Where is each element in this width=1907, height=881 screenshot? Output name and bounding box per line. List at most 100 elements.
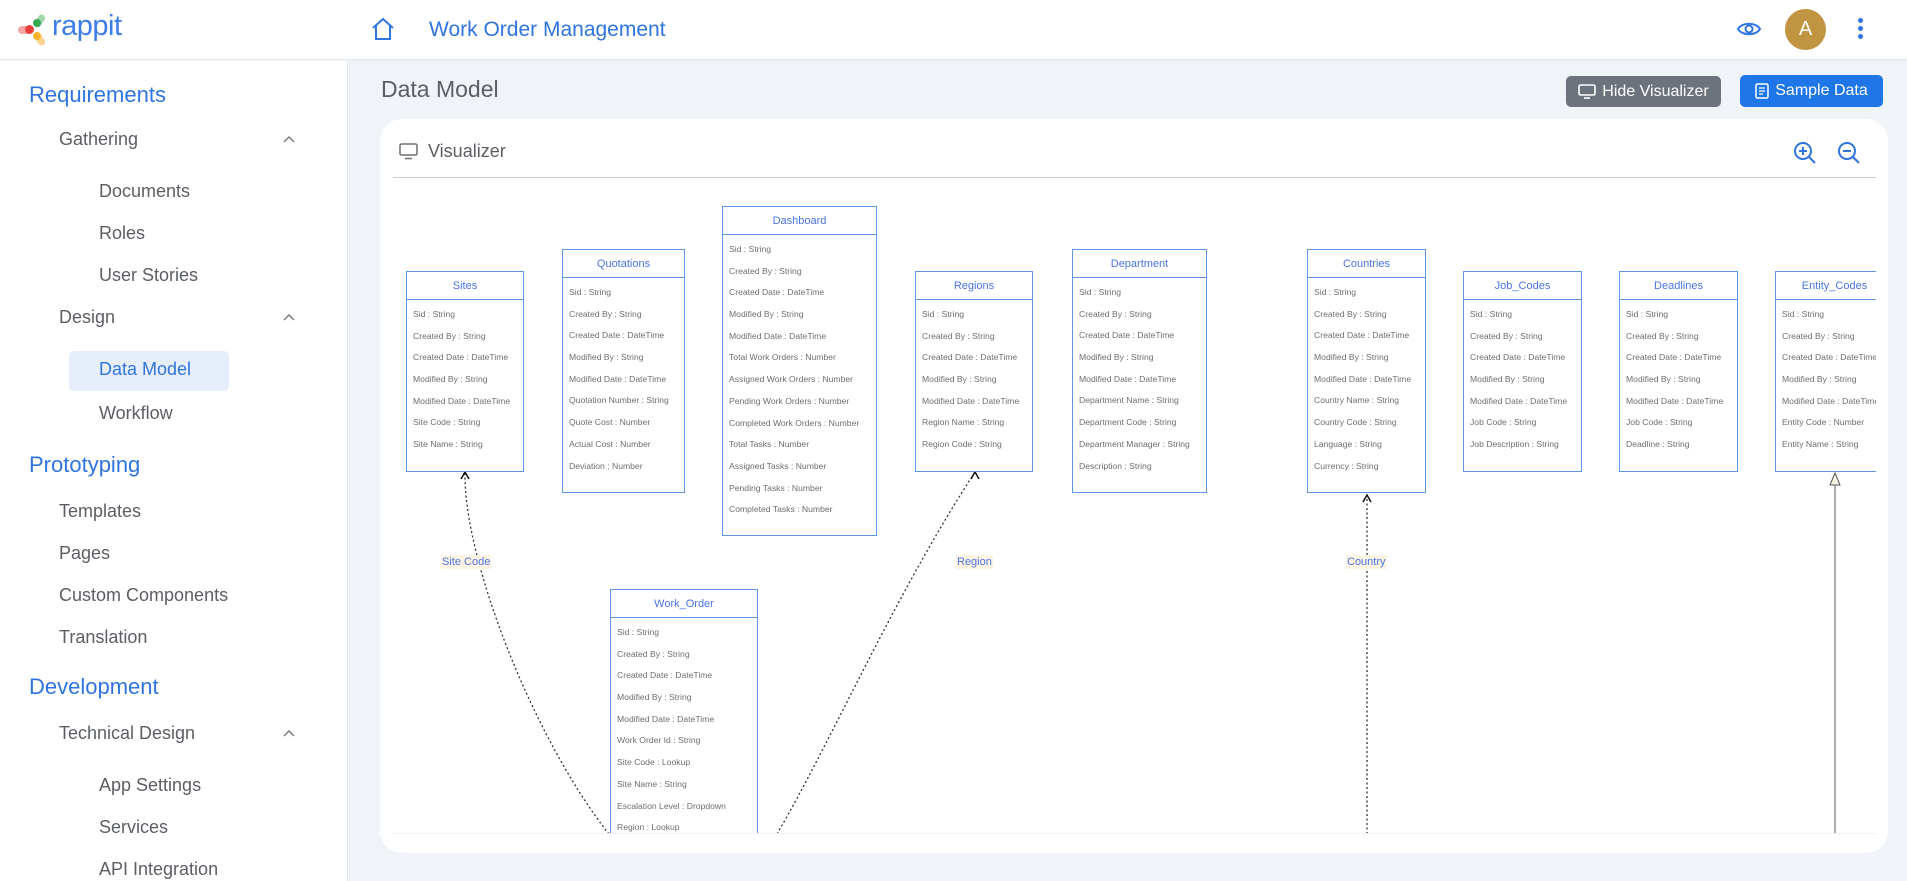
entity-field: Language : String [1314, 438, 1382, 449]
hide-visualizer-button[interactable]: Hide Visualizer [1566, 76, 1721, 107]
sidebar-section-requirements[interactable]: Requirements [29, 82, 166, 108]
sidebar-item-workflow[interactable]: Workflow [99, 403, 173, 424]
app-title: Work Order Management [429, 18, 666, 41]
eye-icon[interactable] [1736, 18, 1762, 40]
sidebar-item-app-settings[interactable]: App Settings [99, 775, 201, 796]
entity-field: Total Tasks : Number [729, 439, 810, 450]
entity-field: Department Name : String [1079, 395, 1179, 406]
entity-field: Created By : String [1626, 330, 1699, 341]
entity-field: Sid : String [1314, 287, 1357, 297]
entity-box-countries[interactable]: Countries Sid : String Created By : Strin… [1307, 249, 1426, 493]
entity-field: Modified By : String [729, 309, 804, 320]
entity-box-entity-codes[interactable]: Entity_Codes Sid : String Created By : St… [1775, 271, 1876, 472]
entity-field: Country Code : String [1314, 417, 1397, 428]
entity-box-job-codes[interactable]: Job_Codes Sid : String Created By : Strin… [1463, 271, 1582, 472]
entity-field: Site Name : String [413, 439, 483, 450]
entity-field: Quote Cost : Number [569, 417, 651, 428]
entity-box-sites[interactable]: Sites Sid : String Created By : String Cre… [406, 271, 524, 472]
sidebar-item-roles[interactable]: Roles [99, 223, 145, 244]
entity-field: Department Manager : String [1079, 438, 1190, 449]
link-site-code [464, 471, 610, 833]
entity-box-quotations[interactable]: Quotations Sid : String Created By : Stri… [562, 249, 685, 493]
entity-title: Job_Codes [1464, 272, 1581, 300]
sidebar-group-technical-design[interactable]: Technical Design [59, 723, 195, 744]
entity-field: Site Code : Lookup [617, 757, 691, 768]
entity-title: Quotations [563, 250, 684, 278]
diagram-canvas[interactable]: Site Code Region Country Sites Sid : Str… [393, 178, 1876, 834]
sample-data-label: Sample Data [1775, 82, 1868, 99]
zoom-out-icon[interactable] [1836, 140, 1862, 166]
entity-title: Entity_Codes [1776, 272, 1876, 300]
document-icon [1755, 83, 1769, 99]
logo[interactable]: rappit [18, 10, 122, 47]
sidebar-item-services[interactable]: Services [99, 817, 168, 838]
entity-field: Job Code : String [1626, 417, 1693, 428]
entity-box-regions[interactable]: Regions Sid : String Created By : String C… [915, 271, 1033, 472]
entity-field: Sid : String [1470, 309, 1513, 319]
entity-field: Modified By : String [1626, 374, 1701, 385]
chevron-up-icon[interactable] [282, 134, 296, 144]
sidebar-item-templates[interactable]: Templates [59, 501, 141, 522]
sidebar-item-documents[interactable]: Documents [99, 181, 190, 202]
entity-field: Created By : String [729, 265, 802, 276]
entity-box-dashboard[interactable]: Dashboard Sid : String Created By : Strin… [722, 206, 877, 536]
zoom-in-icon[interactable] [1792, 140, 1818, 166]
entity-field: Pending Tasks : Number [729, 482, 823, 493]
sidebar-item-data-model[interactable]: Data Model [99, 359, 191, 380]
entity-field: Modified Date : DateTime [1626, 395, 1724, 406]
sidebar-group-gathering[interactable]: Gathering [59, 129, 138, 150]
entity-fields: Sid : String Created By : String Created D… [1620, 300, 1737, 460]
entity-field: Modified Date : DateTime [1470, 395, 1568, 406]
monitor-icon [399, 143, 418, 160]
chevron-up-icon[interactable] [282, 728, 296, 738]
entity-field: Modified Date : DateTime [729, 330, 827, 341]
entity-title: Sites [407, 272, 523, 300]
entity-field: Completed Work Orders : Number [729, 417, 860, 428]
chevron-up-icon[interactable] [282, 312, 296, 322]
entity-box-department[interactable]: Department Sid : String Created By : Stri… [1072, 249, 1207, 493]
entity-box-work-order[interactable]: Work_Order Sid : String Created By : Stri… [610, 589, 758, 833]
sidebar-item-translation[interactable]: Translation [59, 627, 147, 648]
entity-fields: Sid : String Created By : String Created D… [563, 278, 684, 481]
entity-field: Created By : String [1079, 308, 1152, 319]
entity-field: Completed Tasks : Number [729, 504, 833, 515]
sidebar-section-prototyping[interactable]: Prototyping [29, 452, 140, 478]
entity-field: Sid : String [1079, 287, 1122, 297]
entity-field: Created Date : DateTime [1782, 352, 1876, 363]
relationship-label: Region [956, 555, 993, 569]
sidebar-item-user-stories[interactable]: User Stories [99, 265, 198, 286]
entity-fields: Sid : String Created By : String Created D… [407, 300, 523, 460]
entity-field: Modified By : String [413, 374, 488, 385]
entity-title: Deadlines [1620, 272, 1737, 300]
entity-field: Modified Date : DateTime [1079, 373, 1177, 384]
entity-field: Modified By : String [1079, 352, 1154, 363]
sidebar-section-development[interactable]: Development [29, 674, 159, 700]
entity-field: Quotation Number : String [569, 395, 669, 406]
entity-title: Countries [1308, 250, 1425, 278]
more-vertical-icon[interactable] [1855, 18, 1865, 42]
sidebar-item-api-integration[interactable]: API Integration [99, 859, 218, 880]
sidebar-group-design[interactable]: Design [59, 307, 115, 328]
top-bar: rappit Work Order Management A [0, 0, 1907, 60]
entity-field: Currency : String [1314, 460, 1379, 471]
entity-field: Deadline : String [1626, 439, 1690, 450]
entity-fields: Sid : String Created By : String Created D… [1776, 300, 1876, 460]
entity-box-deadlines[interactable]: Deadlines Sid : String Created By : Strin… [1619, 271, 1738, 472]
entity-field: Created Date : DateTime [1079, 330, 1175, 341]
entity-field: Modified Date : DateTime [1782, 395, 1876, 406]
sidebar: Requirements Gathering Documents Roles U… [0, 61, 348, 881]
entity-field: Sid : String [1626, 309, 1669, 319]
entity-field: Work Order Id : String [617, 735, 701, 746]
home-icon[interactable] [370, 16, 396, 42]
entity-title: Work_Order [611, 590, 757, 618]
entity-fields: Sid : String Created By : String Created D… [723, 235, 876, 525]
entity-field: Actual Cost : Number [569, 438, 651, 449]
avatar[interactable]: A [1785, 9, 1826, 50]
sidebar-item-custom-components[interactable]: Custom Components [59, 585, 228, 606]
entity-field: Modified By : String [1314, 352, 1389, 363]
sidebar-item-pages[interactable]: Pages [59, 543, 110, 564]
entity-field: Modified Date : DateTime [922, 395, 1020, 406]
entity-field: Sid : String [617, 627, 660, 637]
entity-field: Created Date : DateTime [617, 670, 713, 681]
sample-data-button[interactable]: Sample Data [1740, 75, 1883, 107]
